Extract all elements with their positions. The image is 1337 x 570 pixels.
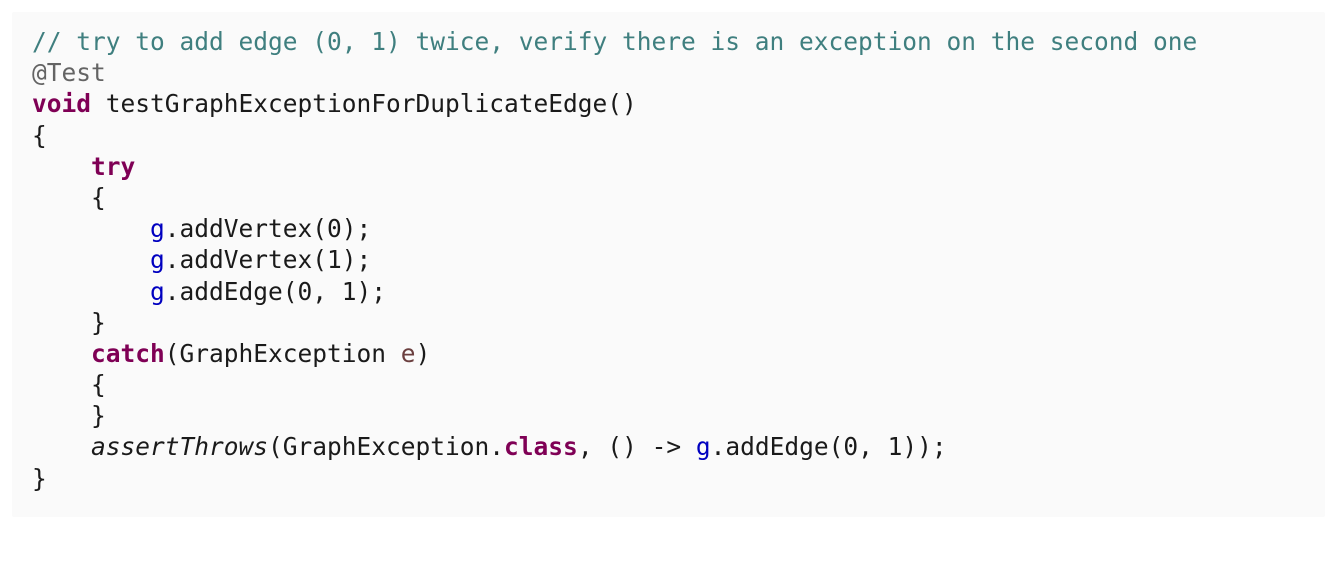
field-g: g — [150, 276, 165, 306]
catch-open-brace: { — [91, 370, 106, 400]
code-line-try-open: { — [32, 182, 1197, 213]
comment-text: // try to add edge (0, 1) twice, verify … — [32, 27, 1198, 56]
code-line-add-edge: g.addEdge(0, 1); — [32, 276, 1197, 307]
add-vertex-1-call: .addVertex(1); — [164, 245, 372, 275]
add-edge-call: .addEdge(0, 1); — [164, 276, 387, 306]
add-vertex-0-call: .addVertex(0); — [164, 214, 372, 244]
code-block: // try to add edge (0, 1) twice, verify … — [32, 26, 1197, 494]
assert-lambda: , () -> — [577, 432, 696, 462]
code-line-try: try — [32, 151, 1197, 182]
try-close-brace: } — [91, 307, 106, 337]
keyword-class: class — [504, 432, 578, 462]
method-signature: testGraphExceptionForDuplicateEdge() — [91, 89, 637, 119]
code-line-signature: void testGraphExceptionForDuplicateEdge(… — [32, 88, 1197, 119]
code-line-add-vertex-1: g.addVertex(1); — [32, 244, 1197, 275]
code-line-method-close: } — [32, 463, 1197, 494]
method-open-brace: { — [32, 120, 47, 150]
code-editor-panel: // try to add edge (0, 1) twice, verify … — [12, 12, 1325, 517]
catch-parameter: e — [400, 338, 416, 368]
assert-arg-type: (GraphException. — [268, 432, 505, 462]
method-close-brace: } — [32, 463, 47, 493]
catch-close-paren: ) — [415, 338, 431, 368]
code-line-assert: assertThrows(GraphException.class, () ->… — [32, 431, 1197, 462]
code-line-catch-open: { — [32, 369, 1197, 400]
code-line-method-open: { — [32, 120, 1197, 151]
assert-throws-call: assertThrows — [91, 432, 269, 462]
field-g: g — [150, 245, 165, 275]
code-line-catch-close: } — [32, 400, 1197, 431]
field-g: g — [695, 432, 711, 462]
assert-lambda-body: .addEdge(0, 1)); — [710, 432, 947, 462]
catch-close-brace: } — [91, 401, 106, 431]
code-line-add-vertex-0: g.addVertex(0); — [32, 213, 1197, 244]
field-g: g — [150, 214, 165, 244]
test-annotation: @Test — [32, 58, 106, 88]
keyword-void: void — [32, 89, 92, 119]
code-line-catch: catch(GraphException e) — [32, 338, 1197, 369]
code-line-try-close: } — [32, 307, 1197, 338]
code-line-annotation: @Test — [32, 57, 1197, 88]
try-open-brace: { — [91, 182, 106, 212]
keyword-catch: catch — [91, 338, 165, 368]
catch-exception-type: (GraphException — [164, 338, 401, 368]
keyword-try: try — [91, 151, 136, 181]
code-line-comment: // try to add edge (0, 1) twice, verify … — [32, 26, 1197, 57]
